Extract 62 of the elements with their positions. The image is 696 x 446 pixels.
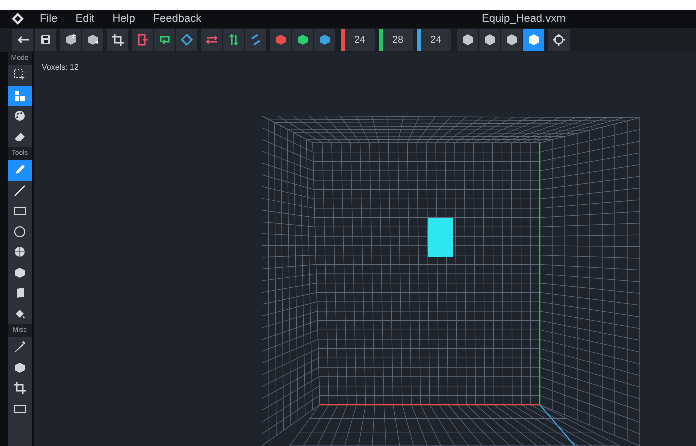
menu-item[interactable]: Edit [76,10,95,28]
blocks-icon [14,90,26,102]
line-icon [14,184,26,197]
hexagon-icon [462,34,474,46]
hexagon-button[interactable] [479,29,500,51]
swap-arrows-icon [228,34,240,46]
circle-icon [14,226,26,238]
swap-arrows-icon [250,34,262,46]
size-field[interactable]: 28 [383,29,413,51]
door-icon [136,34,148,46]
save-icon [40,34,52,46]
size-field[interactable]: 24 [345,29,375,51]
loop-arrow-icon [158,34,170,46]
window-title: Equip_Head.vxm [482,12,566,27]
rectangle-icon [14,402,26,415]
app-logo-icon[interactable] [12,13,24,25]
crop-button[interactable] [107,29,128,51]
palette-icon [14,110,26,122]
cube-icon [318,34,330,46]
loop-arrow-button[interactable] [154,29,175,51]
cube-plus-icon [64,34,76,46]
swap-arrows-button[interactable] [201,29,222,51]
cube-icon [14,287,26,300]
crosshair-icon [553,34,565,46]
cube-button[interactable] [292,29,313,51]
eraser-icon [14,130,26,143]
hexagon-button[interactable] [457,29,478,51]
hexagon-button[interactable] [501,29,522,51]
voxel-block [428,218,453,257]
back-arrow-icon [16,34,28,46]
cube-button[interactable] [314,29,335,51]
hexagon-icon [506,34,518,46]
cube-plus-button[interactable] [60,29,81,51]
rectangle-icon [14,205,26,218]
voxel-count: Voxels: 12 [42,62,79,74]
eyedropper-icon [14,341,26,354]
cube-icon [14,266,26,279]
pencil-icon [14,164,26,176]
back-arrow-button[interactable] [12,29,33,51]
save-button[interactable] [35,29,56,51]
cube-arrow-button[interactable] [82,29,103,51]
crop-icon [112,34,124,46]
blocks-button[interactable] [8,86,32,106]
cube-icon [14,362,26,374]
cube-icon [274,34,286,46]
cube-icon [296,34,308,46]
selection-icon [14,69,26,82]
cube-arrow-icon [86,34,98,46]
swap-arrows-button[interactable] [245,29,266,51]
paint-bucket-icon [14,308,26,320]
menu-item[interactable]: Help [112,10,136,28]
sphere-icon [14,246,26,258]
hexagon-icon [528,34,540,46]
menu-item[interactable]: Feedback [153,10,202,28]
door-button[interactable] [132,29,153,51]
swap-arrows-button[interactable] [223,29,244,51]
hexagon-icon [484,34,496,46]
crosshair-button[interactable] [548,29,570,51]
menu-item[interactable]: File [40,10,58,28]
crop-icon [14,382,26,394]
size-field[interactable]: 24 [421,29,451,51]
swap-arrows-icon [206,34,218,46]
